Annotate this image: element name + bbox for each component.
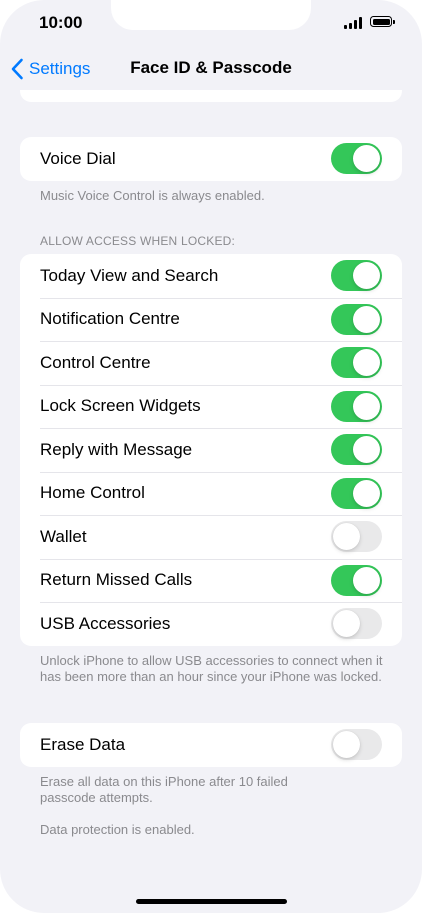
battery-icon — [370, 16, 395, 27]
row-notification-centre: Notification Centre — [20, 297, 402, 342]
page-title: Face ID & Passcode — [130, 58, 292, 77]
toggle-knob — [353, 262, 380, 290]
toggle-knob — [353, 392, 380, 420]
toggle-knob — [353, 479, 380, 507]
notch — [111, 0, 311, 30]
wallet-toggle[interactable] — [331, 521, 382, 553]
row-label: Voice Dial — [40, 148, 116, 168]
voice-dial-footnote: Music Voice Control is always enabled. — [40, 188, 265, 203]
section-header-locked: ALLOW ACCESS WHEN LOCKED: — [40, 234, 236, 248]
row-today-view: Today View and Search — [20, 254, 402, 298]
voice-dial-toggle[interactable] — [331, 143, 382, 175]
row-label: Return Missed Calls — [40, 570, 193, 590]
row-label: Lock Screen Widgets — [40, 396, 201, 416]
erase-data-toggle[interactable] — [331, 729, 382, 761]
settings-group-previous — [20, 90, 402, 102]
reply-with-message-toggle[interactable] — [331, 434, 382, 466]
row-label: Today View and Search — [40, 265, 219, 285]
toggle-knob — [333, 731, 360, 759]
row-usb-accessories: USB Accessories — [20, 602, 402, 646]
toggle-knob — [353, 145, 380, 173]
row-label: Erase Data — [40, 734, 126, 754]
today-view-toggle[interactable] — [331, 260, 382, 292]
row-erase-data: Erase Data — [20, 723, 402, 767]
row-label: Control Centre — [40, 352, 151, 372]
row-label: Wallet — [40, 526, 87, 546]
return-missed-calls-toggle[interactable] — [331, 564, 382, 596]
row-return-missed-calls: Return Missed Calls — [20, 558, 402, 603]
toggle-knob — [353, 566, 380, 594]
row-wallet: Wallet — [20, 515, 402, 559]
toggle-knob — [353, 305, 380, 333]
toggle-knob — [353, 349, 380, 377]
toggle-knob — [353, 436, 380, 464]
home-indicator[interactable] — [136, 899, 287, 904]
voice-dial-group: Voice Dial — [20, 137, 402, 181]
row-home-control: Home Control — [20, 471, 402, 516]
row-control-centre: Control Centre — [20, 341, 402, 385]
phone-screen: 10:00 Settings Face ID & Passcode Voice … — [0, 0, 422, 913]
data-protection-status: Data protection is enabled. — [40, 822, 195, 837]
home-control-toggle[interactable] — [331, 477, 382, 509]
status-time: 10:00 — [39, 13, 83, 32]
row-label: Notification Centre — [40, 309, 180, 329]
usb-accessories-footnote: Unlock iPhone to allow USB accessories t… — [40, 653, 383, 684]
status-bar: 10:00 — [0, 0, 422, 48]
erase-data-footnote: Erase all data on this iPhone after 10 f… — [40, 774, 288, 805]
row-label: USB Accessories — [40, 613, 171, 633]
toggle-knob — [333, 610, 360, 638]
erase-data-group: Erase Data — [20, 723, 402, 767]
control-centre-toggle[interactable] — [331, 347, 382, 379]
toggle-knob — [333, 523, 360, 551]
row-label: Reply with Message — [40, 439, 193, 459]
voice-dial-row: Voice Dial — [20, 137, 402, 181]
row-lock-screen-widgets: Lock Screen Widgets — [20, 384, 402, 429]
row-label: Home Control — [40, 483, 145, 503]
notification-centre-toggle[interactable] — [331, 303, 382, 335]
usb-accessories-toggle[interactable] — [331, 608, 382, 640]
locked-access-group: Today View and Search Notification Centr… — [20, 254, 402, 646]
row-reply-with-message: Reply with Message — [20, 428, 402, 472]
lock-screen-widgets-toggle[interactable] — [331, 390, 382, 422]
navigation-bar: Settings Face ID & Passcode — [0, 48, 422, 90]
settings-scroll-area[interactable]: Voice Dial Music Voice Control is always… — [0, 90, 422, 913]
cellular-signal-icon — [344, 17, 364, 29]
